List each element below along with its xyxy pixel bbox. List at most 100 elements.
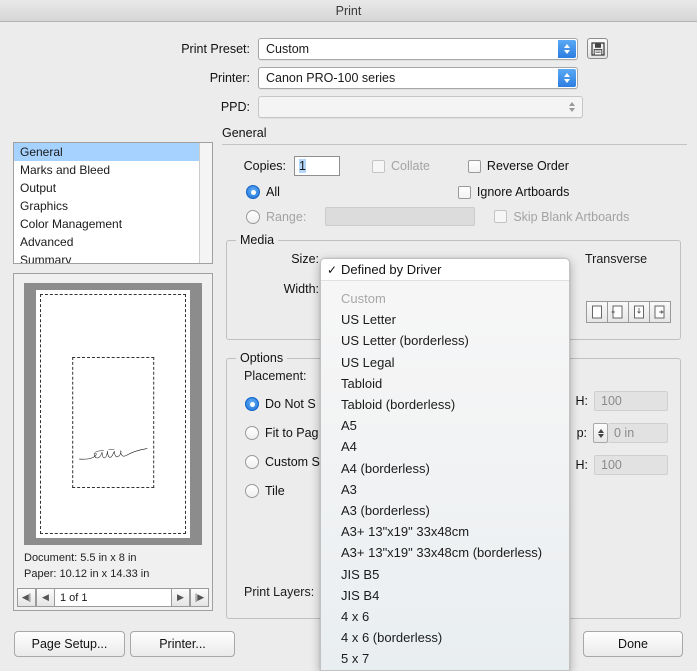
dropdown-item-tabloid-borderless[interactable]: Tabloid (borderless): [321, 394, 569, 415]
dropdown-item-jis-b4[interactable]: JIS B4: [321, 585, 569, 606]
portrait-orientation-button[interactable]: [586, 301, 608, 323]
dropdown-item-a5[interactable]: A5: [321, 415, 569, 436]
document-size-text: Document: 5.5 in x 8 in: [24, 552, 137, 564]
scale-height-2-input[interactable]: 100: [594, 455, 668, 475]
sidebar-item-color-management[interactable]: Color Management: [14, 215, 212, 233]
printer-row: Printer: Canon PRO-100 series: [0, 63, 697, 92]
media-size-label: Size:: [291, 252, 319, 266]
overlap-input[interactable]: 0 in: [608, 423, 668, 443]
print-preset-row: Print Preset: Custom: [0, 34, 697, 63]
sidebar-item-output[interactable]: Output: [14, 179, 212, 197]
previous-page-button[interactable]: ◀: [36, 588, 55, 607]
transverse-label: Transverse: [585, 252, 648, 266]
all-pages-radio[interactable]: [246, 185, 260, 199]
dropdown-item-4x6[interactable]: 4 x 6: [321, 606, 569, 627]
copies-value: 1: [299, 159, 306, 173]
dropdown-item-4x6-borderless[interactable]: 4 x 6 (borderless): [321, 627, 569, 648]
printer-select[interactable]: Canon PRO-100 series: [258, 66, 578, 89]
portrait-rotated-orientation-button[interactable]: [628, 301, 650, 323]
sidebar-item-graphics[interactable]: Graphics: [14, 197, 212, 215]
overlap-label: p:: [576, 426, 587, 440]
range-label: Range:: [266, 209, 307, 224]
top-form: Print Preset: Custom Printer: Canon PRO-…: [0, 22, 697, 121]
reverse-order-checkbox[interactable]: [467, 159, 481, 173]
dropdown-selected-item[interactable]: ✓ Defined by Driver: [321, 259, 569, 281]
range-input[interactable]: [325, 207, 476, 226]
settings-category-list[interactable]: General Marks and Bleed Output Graphics …: [13, 142, 213, 264]
orientation-buttons: [586, 301, 671, 323]
portrait-icon: [591, 305, 602, 318]
print-preset-select[interactable]: Custom: [258, 37, 578, 60]
custom-scale-radio[interactable]: [245, 455, 259, 469]
copies-input[interactable]: 1: [294, 156, 340, 176]
skip-blank-artboards-label: Skip Blank Artboards: [513, 209, 630, 224]
done-button[interactable]: Done: [583, 631, 683, 657]
dropdown-item-tabloid[interactable]: Tabloid: [321, 373, 569, 394]
dropdown-item-a3-plus-borderless[interactable]: A3+ 13"x19" 33x48cm (borderless): [321, 542, 569, 563]
sidebar-item-general[interactable]: General: [14, 143, 212, 161]
skip-blank-artboards-checkbox[interactable]: [494, 210, 508, 223]
dropdown-item-a4[interactable]: A4: [321, 436, 569, 457]
paper-size-text: Paper: 10.12 in x 14.33 in: [24, 568, 150, 580]
overlap-stepper[interactable]: [593, 423, 608, 443]
ppd-select[interactable]: [258, 95, 583, 118]
media-size-dropdown-menu[interactable]: ✓ Defined by Driver Custom US Letter US …: [320, 258, 570, 671]
first-page-button[interactable]: ◀|: [17, 588, 36, 607]
save-preset-button[interactable]: [587, 38, 608, 59]
range-radio[interactable]: [246, 209, 260, 224]
preview-paper: [24, 283, 202, 545]
collate-label: Collate: [391, 159, 430, 173]
landscape-icon: [610, 305, 622, 318]
landscape-orientation-button[interactable]: [607, 301, 629, 323]
do-not-scale-radio[interactable]: [245, 397, 259, 411]
print-preview-pane: Document: 5.5 in x 8 in Paper: 10.12 in …: [13, 273, 213, 611]
scale-height-1-input[interactable]: 100: [594, 391, 668, 411]
dropdown-item-jis-b5[interactable]: JIS B5: [321, 563, 569, 584]
print-preset-label: Print Preset:: [181, 41, 250, 56]
sidebar-scrollbar[interactable]: [199, 143, 212, 263]
sidebar-item-marks-and-bleed[interactable]: Marks and Bleed: [14, 161, 212, 179]
ppd-stepper[interactable]: [563, 98, 581, 116]
dropdown-item-us-letter[interactable]: US Letter: [321, 309, 569, 330]
dropdown-item-a3-borderless[interactable]: A3 (borderless): [321, 500, 569, 521]
dropdown-item-a3-plus[interactable]: A3+ 13"x19" 33x48cm: [321, 521, 569, 542]
do-not-scale-label: Do Not S: [265, 397, 316, 411]
dropdown-separator: [321, 281, 569, 288]
tile-radio[interactable]: [245, 484, 259, 498]
thank-you-artwork: [78, 448, 148, 460]
fit-to-page-radio[interactable]: [245, 426, 259, 440]
printer-label: Printer:: [209, 70, 250, 85]
print-preset-stepper[interactable]: [558, 39, 576, 58]
landscape-rotated-icon: [654, 305, 664, 318]
ignore-artboards-checkbox[interactable]: [457, 185, 471, 199]
dropdown-item-a3[interactable]: A3: [321, 479, 569, 500]
collate-checkbox[interactable]: [372, 159, 385, 173]
landscape-rotated-orientation-button[interactable]: [649, 301, 671, 323]
fit-to-page-label: Fit to Pag: [265, 426, 319, 440]
scale-height-1-label: H:: [575, 394, 589, 408]
ppd-row: PPD:: [0, 92, 697, 121]
printer-stepper[interactable]: [558, 68, 576, 87]
floppy-disk-icon: [590, 41, 605, 56]
page-indicator[interactable]: 1 of 1: [55, 588, 171, 607]
tile-label: Tile: [265, 484, 285, 498]
last-page-button[interactable]: |▶: [190, 588, 209, 607]
dropdown-item-5x7[interactable]: 5 x 7: [321, 648, 569, 669]
dropdown-item-a4-borderless[interactable]: A4 (borderless): [321, 458, 569, 479]
page-setup-button[interactable]: Page Setup...: [14, 631, 125, 657]
preview-document-box: [72, 356, 154, 489]
scale-height-2-label: H:: [575, 458, 589, 472]
sidebar-item-summary[interactable]: Summary: [14, 251, 212, 263]
sidebar-item-advanced[interactable]: Advanced: [14, 233, 212, 251]
next-page-button[interactable]: ▶: [171, 588, 190, 607]
copies-label: Copies:: [243, 159, 286, 173]
printer-value: Canon PRO-100 series: [266, 70, 396, 85]
dropdown-item-us-legal[interactable]: US Legal: [321, 352, 569, 373]
printer-button[interactable]: Printer...: [130, 631, 235, 657]
ppd-label: PPD:: [220, 99, 250, 114]
media-group-label: Media: [236, 233, 279, 247]
custom-scale-label: Custom S: [265, 455, 320, 469]
dropdown-item-custom: Custom: [341, 291, 386, 307]
general-section-title: General: [222, 126, 267, 140]
dropdown-item-us-letter-borderless[interactable]: US Letter (borderless): [321, 330, 569, 351]
